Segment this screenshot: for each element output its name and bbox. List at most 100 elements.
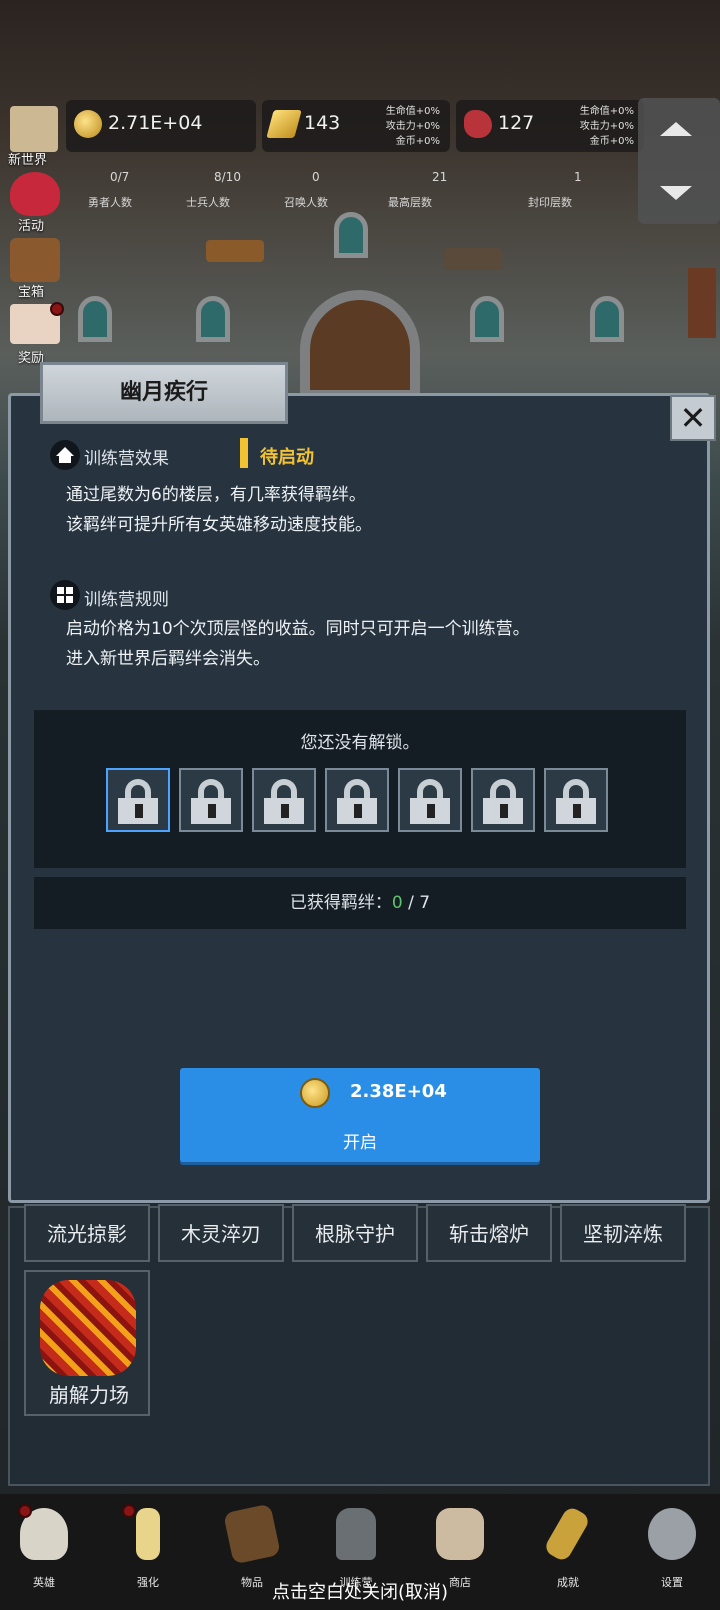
open-cost: 2.38E+04 (350, 1081, 447, 1102)
bonds-progress: 已获得羁绊：0 / 7 (34, 877, 686, 929)
rules-line: 进入新世界后羁绊会消失。 (66, 649, 270, 669)
rules-header: 训练营规则 (84, 590, 169, 610)
bonus-atk: 攻击力+0% (385, 121, 440, 132)
locked-bond-slot[interactable] (106, 768, 170, 832)
status-badge: 待启动 (260, 447, 314, 468)
bonus-atk: 攻击力+0% (579, 121, 634, 132)
bonus-gold: 金币+0% (589, 136, 634, 147)
nav-achievements[interactable]: 成就 (528, 1504, 608, 1589)
gold-bar-value: 143 (304, 112, 341, 134)
bonds-current: 0 (391, 893, 403, 913)
bonds-total: / 7 (408, 893, 431, 913)
chandelier (444, 248, 502, 270)
effect-description: 通过尾数为6的楼层，有几率获得羁绊。 该羁绊可提升所有女英雄移动速度技能。 (66, 480, 372, 540)
open-label: 开启 (343, 1133, 377, 1153)
nav-upgrade[interactable]: 强化 (108, 1504, 188, 1589)
meat-icon (464, 110, 492, 138)
open-button[interactable]: 2.38E+04 开启 (180, 1068, 540, 1162)
skill-item[interactable]: 木灵淬刃 (158, 1204, 284, 1262)
castle-window (78, 296, 112, 342)
stat-summons-label: 召唤人数 (284, 196, 328, 209)
chandelier (206, 240, 264, 262)
bonus-stats: 生命值+0% 攻击力+0% 金币+0% (580, 104, 634, 149)
meat-value: 127 (498, 112, 535, 134)
alert-icon (240, 438, 248, 468)
bond-slots-panel: 您还没有解锁。 (34, 710, 686, 868)
skill-item-collapse-field[interactable]: 崩解力场 (24, 1270, 150, 1416)
gold-bar-counter: 143 生命值+0% 攻击力+0% 金币+0% (262, 100, 450, 152)
mug-icon (436, 1508, 484, 1560)
keyhole (500, 804, 508, 818)
locked-message: 您还没有解锁。 (300, 733, 420, 753)
castle-window (470, 296, 504, 342)
close-hint[interactable]: 点击空白处关闭(取消) (0, 1578, 720, 1604)
scroll-down-icon[interactable] (660, 186, 692, 200)
bonds-label: 已获得羁绊： (289, 893, 392, 913)
skill-item[interactable]: 斩击熔炉 (426, 1204, 552, 1262)
side-menu-rewards[interactable]: 奖励 (4, 302, 64, 366)
keyhole (427, 804, 435, 818)
skill-item[interactable]: 根脉守护 (292, 1204, 418, 1262)
house-icon (50, 440, 80, 470)
chest-icon (10, 238, 60, 282)
stat-sealed-floor-label: 封印层数 (528, 196, 572, 209)
stat-soldiers-label: 士兵人数 (186, 196, 230, 209)
close-button[interactable]: ✕ (670, 395, 716, 441)
bonus-hp: 生命值+0% (385, 106, 440, 117)
keyhole (354, 804, 362, 818)
locked-bond-slot[interactable] (179, 768, 243, 832)
side-menu-label: 新世界 (8, 153, 48, 168)
notification-dot (122, 1504, 136, 1518)
notification-dot (18, 1504, 32, 1518)
bonus-hp: 生命值+0% (579, 106, 634, 117)
gold-value: 2.71E+04 (108, 112, 203, 134)
keyhole (208, 804, 216, 818)
effect-line: 通过尾数为6的楼层，有几率获得羁绊。 (66, 485, 366, 505)
bonus-gold: 金币+0% (395, 136, 440, 147)
castle-window (334, 212, 368, 258)
nav-training-camp[interactable]: 训练营 (316, 1504, 396, 1589)
gold-coin-icon (300, 1078, 330, 1108)
side-menu-chest[interactable]: 宝箱 (4, 236, 64, 300)
nav-shop[interactable]: 商店 (420, 1504, 500, 1589)
keyhole (281, 804, 289, 818)
side-menu-events[interactable]: 活动 (4, 170, 64, 234)
nav-heroes[interactable]: 英雄 (4, 1504, 84, 1589)
skill-name: 崩解力场 (49, 1383, 129, 1407)
map-icon (10, 106, 58, 152)
gold-bar-icon (266, 110, 302, 138)
gold-counter: 2.71E+04 (66, 100, 256, 152)
locked-bond-slot[interactable] (325, 768, 389, 832)
keyhole (573, 804, 581, 818)
skill-item[interactable]: 坚韧淬炼 (560, 1204, 686, 1262)
keyhole (135, 804, 143, 818)
stat-soldiers-value: 8/10 (214, 170, 241, 184)
nav-settings[interactable]: 设置 (632, 1504, 712, 1589)
side-menu-label: 活动 (18, 219, 45, 234)
locked-bond-slot[interactable] (398, 768, 462, 832)
locked-bond-slot[interactable] (252, 768, 316, 832)
bonus-stats: 生命值+0% 攻击力+0% 金币+0% (386, 104, 440, 149)
castle-window (590, 296, 624, 342)
lantern-icon (336, 1508, 376, 1560)
locked-bond-slot[interactable] (471, 768, 535, 832)
floor-scroll-panel (638, 98, 720, 224)
stat-max-floor-label: 最高层数 (388, 196, 432, 209)
key-icon (542, 1504, 592, 1564)
stat-max-floor-value: 21 (432, 170, 448, 184)
heart-icon (10, 172, 60, 216)
nav-items[interactable]: 物品 (212, 1503, 292, 1589)
side-menu-label: 宝箱 (18, 285, 45, 300)
grid-icon (50, 580, 80, 610)
stat-summons-value: 0 (312, 170, 320, 184)
locked-bond-slot[interactable] (544, 768, 608, 832)
stat-heroes-label: 勇者人数 (88, 196, 132, 209)
castle-door (300, 290, 420, 400)
lava-shield-icon (40, 1280, 136, 1376)
skill-item[interactable]: 流光掠影 (24, 1204, 150, 1262)
stat-heroes-value: 0/7 (110, 170, 130, 184)
side-menu-new-world[interactable]: 新世界 (4, 104, 64, 168)
stat-sealed-floor-value: 1 (574, 170, 582, 184)
rules-line: 启动价格为10个次顶层怪的收益。同时只可开启一个训练营。 (66, 619, 530, 639)
scroll-up-icon[interactable] (660, 122, 692, 136)
